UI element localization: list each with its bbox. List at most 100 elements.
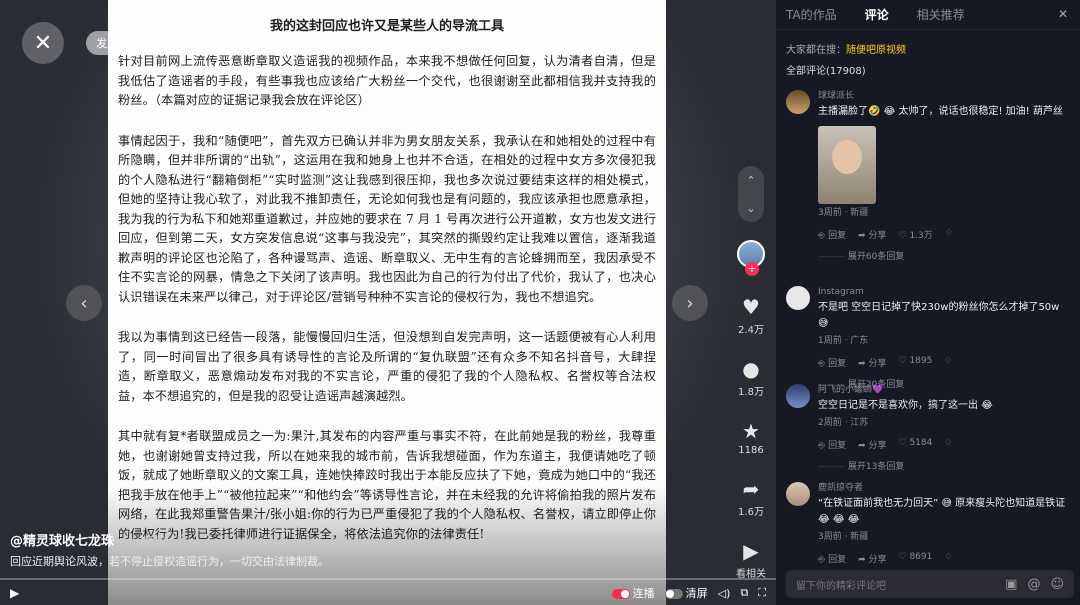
comment-actions: ⎆ 回复 ➦ 分享 ♡ 1895 ♢ bbox=[818, 356, 1072, 369]
comment-like-count: 1.3万 bbox=[909, 231, 933, 241]
document-paragraph: 事情起因于，我和“随便吧”，首先双方已确认并非为男女朋友关系，我承认在和她相处的… bbox=[118, 133, 656, 304]
tab-related[interactable]: 相关推荐 bbox=[917, 6, 965, 23]
comment-input-placeholder: 留下你的精彩评论吧 bbox=[796, 580, 886, 592]
panel-tabs: TA的作品 评论 相关推荐 ✕ bbox=[776, 0, 1080, 30]
reply-button[interactable]: ⎆ 回复 bbox=[818, 228, 846, 241]
comment-count: 1.8万 bbox=[738, 387, 764, 398]
expand-replies[interactable]: 展开13条回复 bbox=[818, 459, 1072, 472]
dislike-icon[interactable]: ♢ bbox=[944, 438, 952, 451]
like-button[interactable]: ♥ 2.4万 bbox=[738, 296, 764, 336]
play-circle-icon: ▶ bbox=[743, 539, 759, 563]
fullscreen-icon[interactable]: ⛶ bbox=[758, 586, 766, 600]
tab-works[interactable]: TA的作品 bbox=[786, 6, 837, 23]
author-avatar[interactable]: + bbox=[737, 240, 765, 276]
comment-text: 主播漏脸了🤣 😂 太帅了，说话也很稳定! 加油! 葫芦丝 bbox=[818, 106, 1063, 117]
reply-label: 回复 bbox=[828, 231, 847, 241]
share-arrow-icon: ➦ bbox=[742, 477, 760, 501]
video-switcher[interactable]: ⌃ ⌄ bbox=[738, 166, 764, 222]
previous-video-button[interactable]: ‹ bbox=[66, 285, 102, 321]
reply-button[interactable]: ⎆ 回复 bbox=[818, 356, 846, 369]
next-video-button[interactable]: › bbox=[672, 285, 708, 321]
share-comment-button[interactable]: ➦ 分享 bbox=[858, 356, 886, 369]
tab-comments[interactable]: 评论 bbox=[865, 6, 889, 23]
toggle-switch bbox=[664, 589, 683, 599]
close-button[interactable]: ✕ bbox=[22, 22, 64, 64]
avatar[interactable] bbox=[786, 384, 810, 408]
comment-meta: 3周前 · 新疆 bbox=[818, 208, 869, 218]
video-caption: 回应近期舆论风波，若不停止侵权造谣行为，一切交由法律制裁。 bbox=[10, 555, 329, 568]
comment-button[interactable]: ● 1.8万 bbox=[738, 358, 764, 398]
comment-text: 不是吧 空空日记掉了快230w的粉丝你怎么才掉了50w 😅 bbox=[818, 302, 1060, 329]
dislike-icon[interactable]: ♢ bbox=[945, 228, 953, 241]
watch-related-button[interactable]: ▶ 看相关 bbox=[736, 540, 766, 580]
reply-label: 回复 bbox=[828, 555, 847, 565]
video-player[interactable]: 我的这封回应也许又是某些人的导流工具 针对目前网上流传恶意断章取义造谣我的视频作… bbox=[0, 0, 776, 605]
favorite-button[interactable]: ★ 1186 bbox=[738, 420, 763, 456]
share-comment-button[interactable]: ➦ 分享 bbox=[858, 552, 886, 565]
like-comment-button[interactable]: ♡ 5184 bbox=[899, 438, 933, 451]
avatar[interactable] bbox=[786, 286, 810, 310]
action-rail: + ♥ 2.4万 ● 1.8万 ★ 1186 ➦ 1.6万 ▶ 看相关 ··· bbox=[728, 240, 774, 605]
comment-meta: 3周前 · 新疆 bbox=[818, 532, 869, 542]
search-input[interactable]: 发声音 ⌕ bbox=[86, 31, 272, 55]
document-paragraph: 其中就有复*者联盟成员之一为:果汁,其发布的内容严重与事实不符，在此前她是我的粉… bbox=[118, 429, 656, 541]
share-label: 分享 bbox=[868, 359, 887, 369]
commenter-name[interactable]: 阿飞的小螺蛳💜 bbox=[818, 384, 1072, 396]
comment-input[interactable]: 留下你的精彩评论吧 ▣ @ ☺ bbox=[786, 570, 1074, 598]
picture-in-picture-icon[interactable]: ⧉ bbox=[740, 586, 748, 600]
commenter-name[interactable]: Instagram bbox=[818, 286, 1072, 298]
reply-button[interactable]: ⎆ 回复 bbox=[818, 438, 846, 451]
comment-like-count: 5184 bbox=[909, 438, 933, 448]
mention-icon[interactable]: @ bbox=[1027, 577, 1040, 592]
reply-button[interactable]: ⎆ 回复 bbox=[818, 552, 846, 565]
avatar[interactable] bbox=[786, 482, 810, 506]
share-label: 分享 bbox=[868, 441, 887, 451]
share-button[interactable]: ➦ 1.6万 bbox=[738, 478, 764, 518]
progress-bar[interactable] bbox=[0, 578, 776, 580]
trending-search-prefix: 大家都在搜： bbox=[786, 45, 846, 56]
like-comment-button[interactable]: ♡ 1.3万 bbox=[899, 228, 933, 241]
post-date: · 3周前 bbox=[130, 535, 166, 548]
comment-text: 空空日记是不是喜欢你，搞了这一出 😂 bbox=[818, 400, 993, 411]
play-icon[interactable]: ▶ bbox=[10, 586, 19, 600]
follow-plus-icon[interactable]: + bbox=[745, 262, 759, 276]
commenter-name[interactable]: 球球派长 bbox=[818, 90, 1072, 102]
autoplay-label: 连播 bbox=[632, 587, 655, 600]
comment-image[interactable] bbox=[818, 126, 876, 204]
avatar[interactable] bbox=[786, 90, 810, 114]
share-comment-button[interactable]: ➦ 分享 bbox=[858, 228, 886, 241]
author-name[interactable]: @精灵球收七龙珠 bbox=[10, 530, 114, 549]
document-paragraph: 我以为事情到这已经告一段落，能慢慢回归生活，但没想到自发完声明，这一话题便被有心… bbox=[118, 330, 656, 403]
chevron-down-icon[interactable]: ⌄ bbox=[746, 202, 755, 215]
chevron-up-icon[interactable]: ⌃ bbox=[746, 174, 755, 187]
autoplay-toggle[interactable]: 连播 bbox=[611, 585, 655, 601]
search-icon: ⌕ bbox=[257, 36, 264, 49]
expand-replies[interactable]: 展开60条回复 bbox=[818, 249, 1072, 262]
dislike-icon[interactable]: ♢ bbox=[944, 356, 952, 369]
clear-screen-toggle[interactable]: 清屏 bbox=[664, 585, 708, 601]
comment-total: 全部评论(17908) bbox=[786, 66, 866, 77]
document-paragraph: 针对目前网上流传恶意断章取义造谣我的视频作品，本来我不想做任何回复，认为清者自清… bbox=[118, 54, 656, 107]
close-panel-icon[interactable]: ✕ bbox=[1058, 7, 1068, 21]
like-comment-button[interactable]: ♡ 8691 bbox=[899, 552, 933, 565]
share-label: 分享 bbox=[868, 555, 887, 565]
favorite-count: 1186 bbox=[738, 445, 764, 456]
trending-search-link[interactable]: 随便吧原视频 bbox=[846, 45, 906, 56]
share-label: 分享 bbox=[868, 231, 887, 241]
comment-panel: TA的作品 评论 相关推荐 ✕ 大家都在搜：随便吧原视频 全部评论(17908)… bbox=[776, 0, 1080, 605]
share-count: 1.6万 bbox=[738, 507, 764, 518]
chevron-right-icon: › bbox=[686, 292, 694, 314]
emoji-icon[interactable]: ☺ bbox=[1050, 577, 1064, 592]
volume-icon[interactable]: ◁) bbox=[718, 587, 731, 600]
image-icon[interactable]: ▣ bbox=[1005, 577, 1017, 592]
comment-meta: 2周前 · 江苏 bbox=[818, 418, 869, 428]
comment-actions: ⎆ 回复 ➦ 分享 ♡ 8691 ♢ bbox=[818, 552, 1072, 565]
clear-screen-label: 清屏 bbox=[685, 587, 708, 600]
commenter-name[interactable]: 鹿凯掠夺者 bbox=[818, 482, 1072, 494]
dislike-icon[interactable]: ♢ bbox=[944, 552, 952, 565]
star-icon: ★ bbox=[742, 419, 760, 443]
share-comment-button[interactable]: ➦ 分享 bbox=[858, 438, 886, 451]
heart-icon: ♥ bbox=[742, 295, 760, 319]
like-comment-button[interactable]: ♡ 1895 bbox=[899, 356, 933, 369]
comment-meta: 1周前 · 广东 bbox=[818, 336, 869, 346]
